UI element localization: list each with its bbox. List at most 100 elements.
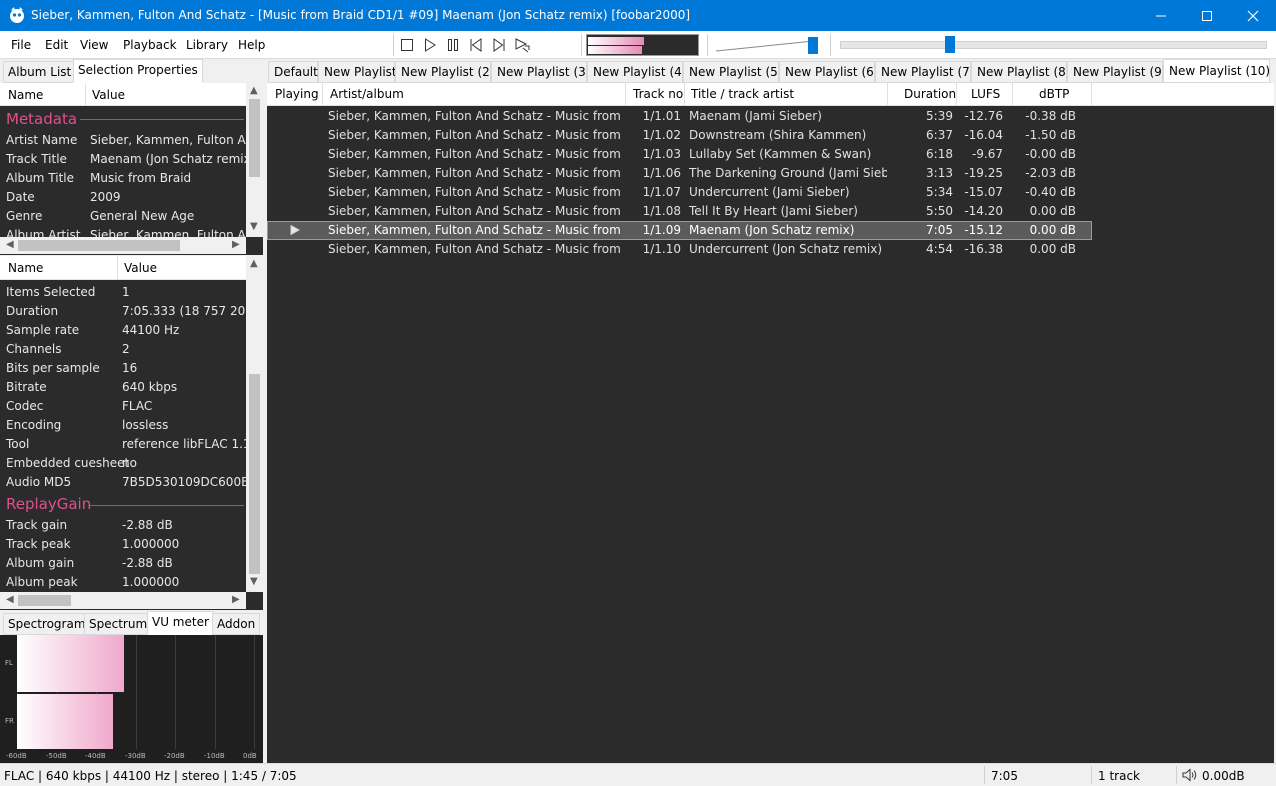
volume-slider[interactable] bbox=[714, 35, 822, 55]
info-row[interactable]: Embedded cuesheet no bbox=[0, 454, 246, 473]
vu-meter: FL FR -60dB -50dB -40dB -30dB -20dB -10dB 0dB bbox=[0, 635, 265, 763]
metadata-row[interactable]: Artist Name Sieber, Kammen, Fulton And bbox=[0, 131, 246, 150]
tab-album-list[interactable]: Album List bbox=[3, 61, 77, 83]
menu-library[interactable]: Library bbox=[186, 38, 228, 52]
info-row[interactable]: Bitrate 640 kbps bbox=[0, 378, 246, 397]
minimize-button[interactable] bbox=[1138, 0, 1184, 31]
scroll-thumb[interactable] bbox=[249, 374, 260, 574]
info-horizontal-scrollbar[interactable]: ◀ ▶ bbox=[0, 592, 246, 609]
play-icon[interactable] bbox=[422, 37, 438, 53]
scroll-down-icon[interactable]: ▼ bbox=[250, 221, 258, 232]
playlist-tab[interactable]: Default bbox=[268, 61, 318, 83]
track-row[interactable]: Sieber, Kammen, Fulton And Schatz - Musi… bbox=[267, 183, 1092, 202]
seek-bar-thumb[interactable] bbox=[945, 36, 955, 53]
minimize-icon bbox=[1156, 15, 1166, 16]
metadata-row[interactable]: Genre General New Age bbox=[0, 207, 246, 226]
column-duration[interactable]: Duration bbox=[888, 83, 957, 106]
info-row[interactable]: Duration 7:05.333 (18 757 200 bbox=[0, 302, 246, 321]
random-icon[interactable] bbox=[514, 37, 530, 53]
playlist-tab[interactable]: New Playlist (10) bbox=[1163, 59, 1270, 83]
info-row[interactable]: Items Selected 1 bbox=[0, 283, 246, 302]
track-row[interactable]: Sieber, Kammen, Fulton And Schatz - Musi… bbox=[267, 126, 1092, 145]
track-row[interactable]: Sieber, Kammen, Fulton And Schatz - Musi… bbox=[267, 240, 1092, 259]
scroll-thumb[interactable] bbox=[249, 99, 260, 177]
scroll-right-icon[interactable]: ▶ bbox=[232, 239, 240, 250]
column-playing[interactable]: Playing bbox=[267, 83, 323, 106]
scroll-up-icon[interactable]: ▲ bbox=[250, 85, 258, 96]
info-header-name[interactable]: Name bbox=[8, 261, 43, 275]
volume-slider-thumb[interactable] bbox=[808, 37, 818, 54]
info-value: 44100 Hz bbox=[122, 323, 180, 337]
seek-bar[interactable] bbox=[840, 41, 1267, 49]
track-row[interactable]: Sieber, Kammen, Fulton And Schatz - Musi… bbox=[267, 221, 1092, 240]
speaker-icon[interactable] bbox=[1182, 768, 1198, 782]
playlist-tab[interactable]: New Playlist (5) bbox=[683, 61, 782, 83]
tab-spectrogram[interactable]: Spectrogram bbox=[3, 613, 91, 635]
track-row[interactable]: Sieber, Kammen, Fulton And Schatz - Musi… bbox=[267, 145, 1092, 164]
column-track-no[interactable]: Track no bbox=[626, 83, 685, 106]
info-row[interactable]: Bits per sample 16 bbox=[0, 359, 246, 378]
info-vertical-scrollbar[interactable]: ▲ ▼ bbox=[246, 256, 263, 592]
scroll-left-icon[interactable]: ◀ bbox=[6, 594, 14, 605]
metadata-horizontal-scrollbar[interactable]: ◀ ▶ bbox=[0, 237, 246, 254]
replaygain-row[interactable]: Album gain -2.88 dB bbox=[0, 554, 246, 573]
info-row[interactable]: Encoding lossless bbox=[0, 416, 246, 435]
track-number: 1/1.10 bbox=[642, 242, 681, 256]
scroll-up-icon[interactable]: ▲ bbox=[250, 258, 258, 269]
metadata-row[interactable]: Album Artist Sieber, Kammen, Fulton And bbox=[0, 226, 246, 237]
playlist-tab[interactable]: New Playlist (8) bbox=[971, 61, 1070, 83]
maximize-button[interactable] bbox=[1184, 0, 1230, 31]
info-value: 16 bbox=[122, 361, 138, 375]
metadata-header-name[interactable]: Name bbox=[8, 88, 43, 102]
info-row[interactable]: Channels 2 bbox=[0, 340, 246, 359]
metadata-row[interactable]: Track Title Maenam (Jon Schatz remix) bbox=[0, 150, 246, 169]
scroll-thumb[interactable] bbox=[18, 595, 71, 606]
metadata-row[interactable]: Album Title Music from Braid bbox=[0, 169, 246, 188]
column-lufs[interactable]: LUFS bbox=[957, 83, 1013, 106]
playlist-tab[interactable]: New Playlist (9) bbox=[1067, 61, 1166, 83]
info-row[interactable]: Audio MD5 7B5D530109DC600B1 bbox=[0, 473, 246, 492]
tab-addon[interactable]: Addon bbox=[212, 613, 261, 635]
title-bar[interactable]: Sieber, Kammen, Fulton And Schatz - [Mus… bbox=[0, 0, 1276, 31]
info-header-value[interactable]: Value bbox=[124, 261, 157, 275]
tab-spectrum[interactable]: Spectrum bbox=[84, 613, 153, 635]
playlist-tab[interactable]: New Playlist (2) bbox=[395, 61, 494, 83]
menu-file[interactable]: File bbox=[11, 38, 31, 52]
scroll-right-icon[interactable]: ▶ bbox=[232, 594, 240, 605]
menu-edit[interactable]: Edit bbox=[45, 38, 68, 52]
column-artist-album[interactable]: Artist/album bbox=[323, 83, 626, 106]
menu-help[interactable]: Help bbox=[238, 38, 265, 52]
playlist-tab[interactable]: New Playlist (3) bbox=[491, 61, 590, 83]
replaygain-row[interactable]: Track peak 1.000000 bbox=[0, 535, 246, 554]
menu-view[interactable]: View bbox=[80, 38, 108, 52]
column-dbtp[interactable]: dBTP bbox=[1013, 83, 1092, 106]
close-button[interactable] bbox=[1230, 0, 1276, 31]
track-row[interactable]: Sieber, Kammen, Fulton And Schatz - Musi… bbox=[267, 107, 1092, 126]
replaygain-row[interactable]: Album peak 1.000000 bbox=[0, 573, 246, 592]
tab-selection-properties[interactable]: Selection Properties bbox=[73, 59, 203, 83]
replaygain-row[interactable]: Track gain -2.88 dB bbox=[0, 516, 246, 535]
track-row[interactable]: Sieber, Kammen, Fulton And Schatz - Musi… bbox=[267, 202, 1092, 221]
playlist-tab[interactable]: New Playlist (7) bbox=[875, 61, 974, 83]
previous-icon[interactable] bbox=[468, 37, 484, 53]
menu-bar: File Edit View Playback Library Help bbox=[0, 31, 1276, 59]
track-row[interactable]: Sieber, Kammen, Fulton And Schatz - Musi… bbox=[267, 164, 1092, 183]
scroll-thumb[interactable] bbox=[18, 240, 180, 251]
metadata-vertical-scrollbar[interactable]: ▲ ▼ bbox=[246, 83, 263, 237]
scroll-left-icon[interactable]: ◀ bbox=[6, 239, 14, 250]
stop-icon[interactable] bbox=[399, 37, 415, 53]
metadata-header-value[interactable]: Value bbox=[92, 88, 125, 102]
scroll-down-icon[interactable]: ▼ bbox=[250, 576, 258, 587]
playlist-tab[interactable]: New Playlist (6) bbox=[779, 61, 878, 83]
menu-playback[interactable]: Playback bbox=[123, 38, 177, 52]
info-row[interactable]: Sample rate 44100 Hz bbox=[0, 321, 246, 340]
next-icon[interactable] bbox=[491, 37, 507, 53]
metadata-row[interactable]: Date 2009 bbox=[0, 188, 246, 207]
pause-icon[interactable] bbox=[445, 37, 461, 53]
column-title[interactable]: Title / track artist bbox=[685, 83, 888, 106]
playlist-tab[interactable]: New Playlist bbox=[318, 61, 397, 83]
info-row[interactable]: Tool reference libFLAC 1.1.2 bbox=[0, 435, 246, 454]
playlist-tab[interactable]: New Playlist (4) bbox=[587, 61, 686, 83]
tab-vu-meter[interactable]: VU meter bbox=[147, 611, 214, 635]
info-row[interactable]: Codec FLAC bbox=[0, 397, 246, 416]
